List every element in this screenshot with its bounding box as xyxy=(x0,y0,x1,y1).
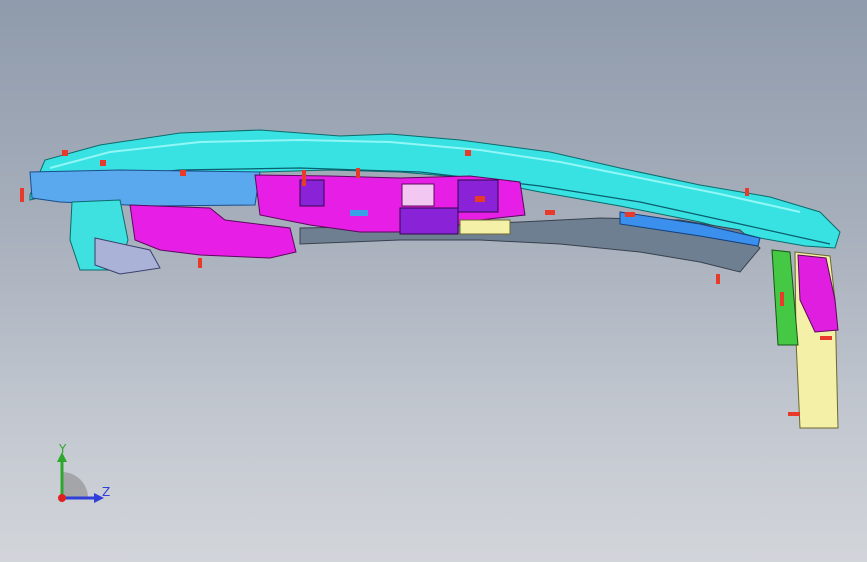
fastener xyxy=(475,196,485,202)
purple-block-1[interactable] xyxy=(399,207,459,235)
fastener xyxy=(356,168,360,178)
fastener xyxy=(788,412,800,416)
blue-patch[interactable] xyxy=(350,210,368,216)
fastener xyxy=(625,212,635,217)
bumper-assembly-model[interactable] xyxy=(0,0,867,562)
left-blue-bracket[interactable] xyxy=(29,169,261,207)
fastener xyxy=(545,210,555,215)
right-green-strip[interactable] xyxy=(771,249,799,346)
fastener xyxy=(820,336,832,340)
triad-graphic xyxy=(57,452,104,503)
z-axis-label: Z xyxy=(102,485,111,499)
yellow-patch[interactable] xyxy=(459,219,511,235)
pink-label-block[interactable] xyxy=(401,183,435,207)
triad-shade xyxy=(62,472,88,498)
fastener xyxy=(716,274,720,284)
cad-viewport[interactable]: Y Z xyxy=(0,0,867,562)
fastener xyxy=(302,170,306,186)
fastener xyxy=(20,188,24,202)
fastener xyxy=(780,292,784,306)
fastener xyxy=(198,258,202,268)
axis-triad: Y Z xyxy=(40,430,130,520)
x-axis-origin xyxy=(58,494,66,502)
y-axis-label: Y xyxy=(59,442,67,456)
fastener xyxy=(62,150,68,156)
fastener xyxy=(180,170,186,176)
fastener xyxy=(465,150,471,156)
fastener xyxy=(100,160,106,166)
fastener xyxy=(745,188,749,196)
